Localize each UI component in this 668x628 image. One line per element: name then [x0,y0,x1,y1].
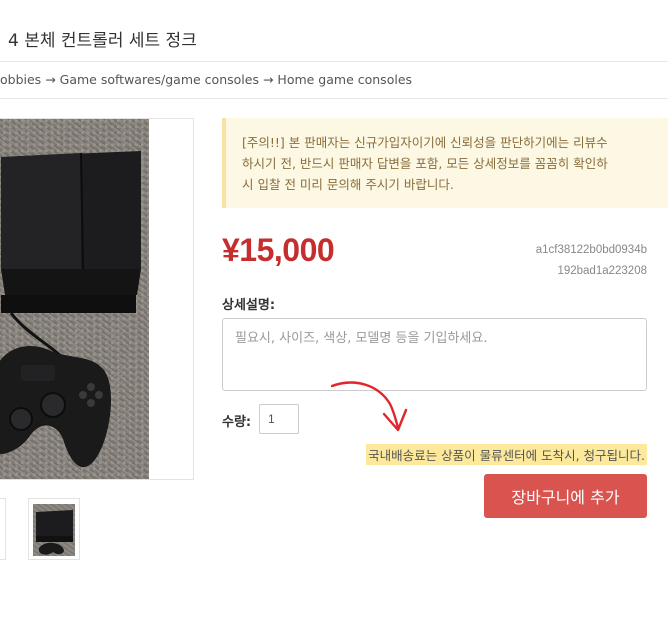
item-code-line: a1cf38122b0bd0934b [535,244,647,256]
title-divider [0,61,668,62]
product-photo[interactable] [0,119,149,479]
notice-line: 시 입찰 전 미리 문의해 주시기 바랍니다. [242,177,454,192]
notice-line: [주의!!] 본 판매자는 신규가입자이기에 신뢰성을 판단하기에는 리뷰수 [242,135,608,150]
product-title: 4 본체 컨트롤러 세트 정크 [8,31,197,51]
console-and-controller-illustration [0,151,141,468]
add-to-cart-button[interactable]: 장바구니에 추가 [484,474,647,518]
breadcrumb-divider [0,98,668,99]
description-label: 상세설명: [222,298,276,313]
quantity-label: 수량: [222,415,252,430]
seller-warning-notice: [주의!!] 본 판매자는 신규가입자이기에 신뢰성을 판단하기에는 리뷰수 하… [222,118,668,208]
breadcrumb: obbies → Game softwares/game consoles → … [0,72,412,87]
product-image-frame[interactable] [0,118,194,480]
breadcrumb-item-hobbies[interactable]: obbies [0,72,41,87]
notice-line: 하시기 전, 반드시 판매자 답변을 포함, 모든 상세정보를 꼼꼼히 확인하 [242,156,608,171]
quantity-input[interactable] [259,404,299,434]
description-textarea[interactable] [222,318,647,391]
annotation-arrow-icon [330,381,408,432]
product-price: ¥15,000 [222,232,335,268]
thumbnail-1[interactable] [0,498,6,560]
item-code: a1cf38122b0bd0934b 192bad1a223208 [536,240,647,282]
shipping-fee-note: 국내배송료는 상품이 물류센터에 도착시, 청구됩니다. [366,444,647,465]
thumbnail-2[interactable] [28,498,80,560]
breadcrumb-item-game-consoles[interactable]: Game softwares/game consoles [60,72,259,87]
breadcrumb-separator: → [45,72,56,87]
item-code-line: 192bad1a223208 [557,265,647,277]
thumbnail-image [33,504,75,556]
breadcrumb-item-home-game-consoles[interactable]: Home game consoles [277,72,412,87]
breadcrumb-separator: → [262,72,274,87]
